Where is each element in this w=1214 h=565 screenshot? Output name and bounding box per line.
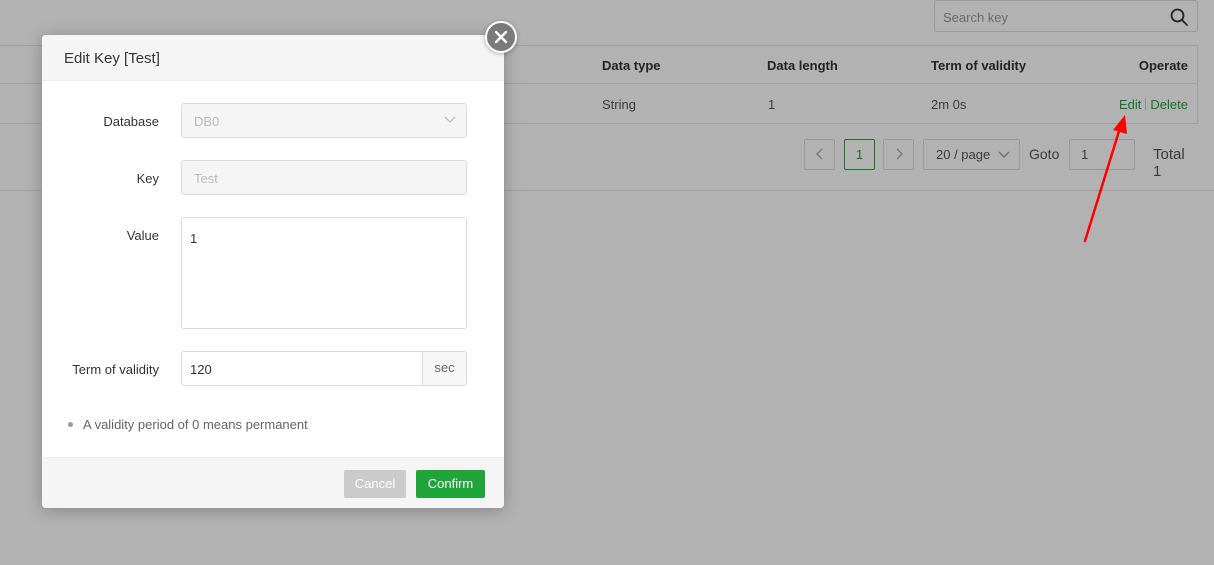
bullet-icon	[68, 422, 73, 427]
value-label: Value	[126, 228, 159, 243]
dialog-header: Edit Key [Test]	[42, 35, 504, 81]
database-value: DB0	[194, 114, 220, 129]
term-value: 120	[190, 362, 212, 377]
cancel-button[interactable]: Cancel	[344, 470, 406, 498]
key-value: Test	[194, 171, 218, 186]
chevron-down-icon	[444, 116, 456, 123]
term-input[interactable]: 120 sec	[181, 351, 467, 386]
confirm-button[interactable]: Confirm	[416, 470, 485, 498]
dialog-footer: Cancel Confirm	[42, 457, 504, 508]
validity-tip-text: A validity period of 0 means permanent	[83, 417, 308, 432]
key-field[interactable]: Test	[181, 160, 467, 195]
close-icon	[494, 30, 508, 44]
dialog-title: Edit Key [Test]	[64, 50, 160, 67]
term-unit: sec	[422, 352, 466, 385]
database-select[interactable]: DB0	[181, 103, 467, 138]
close-button[interactable]	[485, 21, 517, 53]
key-label: Key	[136, 171, 159, 186]
value-textarea[interactable]: 1	[181, 217, 467, 329]
database-label: Database	[103, 114, 159, 129]
term-label: Term of validity	[72, 362, 159, 377]
validity-tip: A validity period of 0 means permanent	[68, 417, 308, 432]
edit-key-dialog: Edit Key [Test] Database DB0 Key Test Va…	[42, 21, 517, 508]
value-text: 1	[190, 231, 198, 246]
